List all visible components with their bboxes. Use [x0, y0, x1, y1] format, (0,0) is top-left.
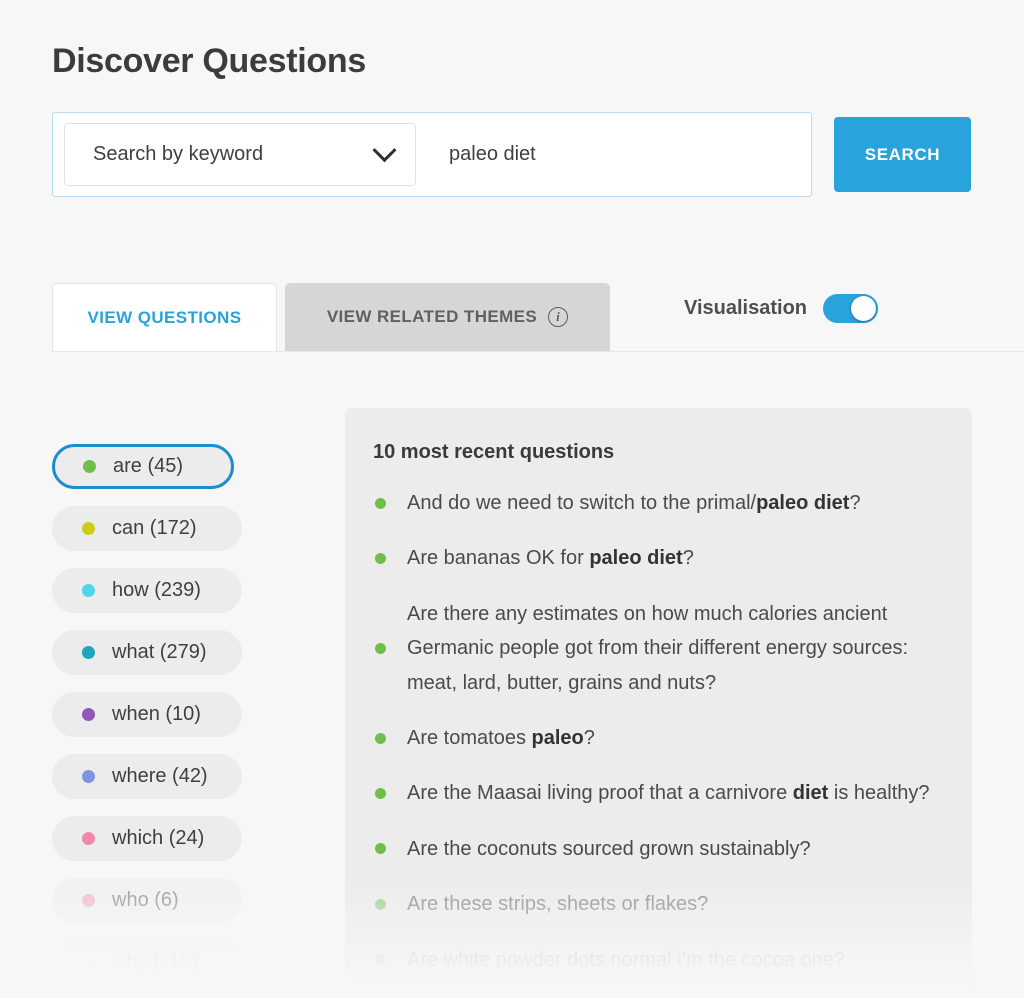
filter-pill-who[interactable]: who (6) — [52, 878, 242, 923]
tab-view-related-themes[interactable]: VIEW RELATED THEMES i — [285, 283, 610, 351]
filter-pill-why[interactable]: why (110) — [52, 940, 242, 985]
question-text: Are white powder dots normal i’m the coc… — [407, 943, 845, 977]
question-bullet-dot — [375, 498, 386, 509]
filter-pill-label: when (10) — [112, 703, 201, 726]
question-item[interactable]: And do we need to switch to the primal/p… — [345, 486, 972, 520]
tab-view-related-themes-label: VIEW RELATED THEMES — [327, 307, 537, 327]
tab-view-questions-label: VIEW QUESTIONS — [88, 308, 242, 328]
question-text: Are bananas OK for paleo diet? — [407, 541, 694, 575]
questions-panel: 10 most recent questions And do we need … — [345, 408, 972, 998]
filter-pill-dot — [82, 956, 95, 969]
toggle-knob — [851, 296, 876, 321]
question-item[interactable]: Are these strips, sheets or flakes? — [345, 887, 972, 921]
tab-view-questions[interactable]: VIEW QUESTIONS — [52, 283, 277, 351]
question-text: Are tomatoes paleo? — [407, 721, 595, 755]
filter-pill-dot — [82, 646, 95, 659]
search-bar: Search by keyword — [52, 112, 812, 197]
filter-pill-which[interactable]: which (24) — [52, 816, 242, 861]
filter-pill-dot — [82, 894, 95, 907]
filter-pill-label: can (172) — [112, 517, 197, 540]
search-type-label: Search by keyword — [93, 143, 263, 166]
question-bullet-dot — [375, 788, 386, 799]
question-item[interactable]: Are white powder dots normal i’m the coc… — [345, 943, 972, 977]
tab-bar: VIEW QUESTIONS VIEW RELATED THEMES i — [52, 283, 610, 351]
questions-list: And do we need to switch to the primal/p… — [345, 486, 972, 998]
visualisation-label: Visualisation — [684, 297, 807, 320]
visualisation-toggle[interactable] — [823, 294, 878, 323]
filter-pill-label: what (279) — [112, 641, 207, 664]
filter-pill-label: which (24) — [112, 827, 204, 850]
questions-panel-title: 10 most recent questions — [373, 441, 972, 464]
filter-pill-are[interactable]: are (45) — [52, 444, 234, 489]
filter-pill-dot — [82, 708, 95, 721]
filter-pill-where[interactable]: where (42) — [52, 754, 242, 799]
filter-pill-dot — [82, 522, 95, 535]
info-icon[interactable]: i — [548, 307, 568, 327]
question-item[interactable]: Are tomatoes paleo? — [345, 721, 972, 755]
question-bullet-dot — [375, 553, 386, 564]
filter-pill-label: how (239) — [112, 579, 201, 602]
filter-pill-label: why (110) — [112, 951, 198, 974]
question-bullet-dot — [375, 899, 386, 910]
filter-pill-dot — [82, 770, 95, 783]
chevron-down-icon — [372, 138, 396, 162]
filter-pill-label: are (45) — [113, 455, 183, 478]
question-bullet-dot — [375, 733, 386, 744]
question-bullet-dot — [375, 643, 386, 654]
filter-pill-dot — [83, 460, 96, 473]
search-type-select[interactable]: Search by keyword — [64, 123, 416, 186]
question-bullet-dot — [375, 843, 386, 854]
tab-divider — [52, 351, 1024, 352]
filter-pill-dot — [82, 832, 95, 845]
question-item[interactable]: Are the Maasai living proof that a carni… — [345, 776, 972, 810]
question-word-filter-list: are (45) can (172) how (239) what (279) when… — [52, 444, 242, 998]
question-text: Are there any estimates on how much calo… — [407, 597, 942, 700]
filter-pill-what[interactable]: what (279) — [52, 630, 242, 675]
filter-pill-how[interactable]: how (239) — [52, 568, 242, 613]
filter-pill-when[interactable]: when (10) — [52, 692, 242, 737]
question-bullet-dot — [375, 954, 386, 965]
search-input[interactable] — [416, 125, 811, 185]
question-text: Are the Maasai living proof that a carni… — [407, 776, 930, 810]
question-item[interactable]: Are bananas OK for paleo diet? — [345, 541, 972, 575]
discover-questions-page: Discover Questions Search by keyword SEA… — [0, 0, 1024, 998]
filter-pill-dot — [82, 584, 95, 597]
filter-pill-label: where (42) — [112, 765, 208, 788]
question-text: Are the coconuts sourced grown sustainab… — [407, 832, 811, 866]
question-item[interactable]: Are the coconuts sourced grown sustainab… — [345, 832, 972, 866]
filter-pill-label: who (6) — [112, 889, 179, 912]
search-button[interactable]: SEARCH — [834, 117, 971, 192]
question-text: And do we need to switch to the primal/p… — [407, 486, 861, 520]
filter-pill-can[interactable]: can (172) — [52, 506, 242, 551]
question-text: Are these strips, sheets or flakes? — [407, 887, 708, 921]
page-title: Discover Questions — [52, 42, 366, 81]
visualisation-control: Visualisation — [684, 294, 878, 323]
question-item[interactable]: Are there any estimates on how much calo… — [345, 597, 972, 700]
